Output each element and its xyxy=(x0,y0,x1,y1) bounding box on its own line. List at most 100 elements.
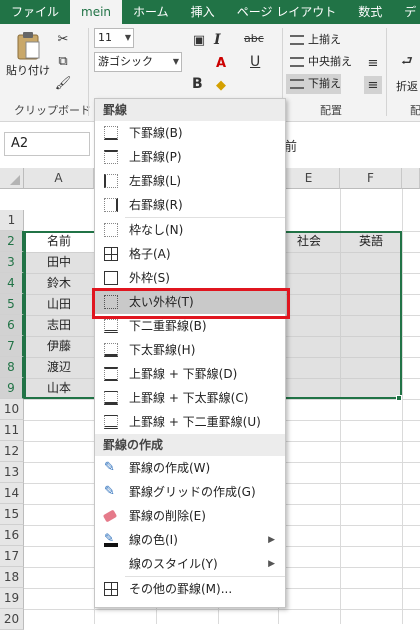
menu-item-more-borders[interactable]: その他の罫線(M)... xyxy=(95,577,285,601)
fill-handle[interactable] xyxy=(396,395,402,401)
border-top-bottom-icon xyxy=(104,367,118,381)
align-bottom-icon xyxy=(290,79,304,89)
underline-button[interactable]: U xyxy=(250,54,260,70)
row-header[interactable]: 15 xyxy=(0,504,24,525)
menu-item-right-border[interactable]: 右罫線(R) xyxy=(95,193,285,217)
row-header[interactable]: 8 xyxy=(0,357,24,378)
bold-button[interactable]: B xyxy=(192,76,203,92)
menu-item-label: その他の罫線(M)... xyxy=(129,582,233,596)
column-header-f[interactable]: F xyxy=(340,168,402,189)
menu-item-top-double-bottom-border[interactable]: 上罫線 + 下二重罫線(U) xyxy=(95,410,285,434)
cell-f2[interactable]: 英語 xyxy=(340,231,402,252)
row-header[interactable]: 17 xyxy=(0,546,24,567)
font-size-select[interactable]: 11 ▼ xyxy=(94,28,134,48)
menu-item-top-bottom-border[interactable]: 上罫線 + 下罫線(D) xyxy=(95,362,285,386)
cell-a3[interactable]: 田中 xyxy=(24,252,94,273)
menu-item-top-thick-bottom-border[interactable]: 上罫線 + 下太罫線(C) xyxy=(95,386,285,410)
cell-a6[interactable]: 志田 xyxy=(24,315,94,336)
align-center-icon[interactable]: ≡ xyxy=(364,54,382,72)
menu-item-bottom-border[interactable]: 下罫線(B) xyxy=(95,121,285,145)
cell-e2[interactable]: 社会 xyxy=(278,231,340,252)
select-all-button[interactable] xyxy=(0,168,24,189)
column-header-g[interactable] xyxy=(402,168,420,189)
align-bottom-button[interactable]: 下揃え xyxy=(286,74,341,94)
cell-a8[interactable]: 渡辺 xyxy=(24,357,94,378)
row-header[interactable]: 19 xyxy=(0,588,24,609)
tab-home[interactable]: ホーム xyxy=(122,0,180,24)
align-top-icon xyxy=(290,35,304,45)
name-box[interactable]: A2 xyxy=(4,132,90,156)
row-header[interactable]: 10 xyxy=(0,399,24,420)
cell-a2[interactable]: 名前 xyxy=(24,231,94,252)
italic-button[interactable]: I xyxy=(214,32,221,48)
menu-item-erase-border[interactable]: 罫線の削除(E) xyxy=(95,504,285,528)
column-header-a[interactable]: A xyxy=(24,168,94,189)
clipboard-group-label: クリップボード xyxy=(14,104,91,117)
column-header-e[interactable]: E xyxy=(278,168,340,189)
menu-item-label: 格子(A) xyxy=(129,247,171,261)
row-header[interactable]: 2 xyxy=(0,231,24,252)
format-painter-icon[interactable]: 🖌 xyxy=(54,74,72,92)
row-header[interactable]: 20 xyxy=(0,609,24,630)
tab-insert[interactable]: 挿入 xyxy=(180,0,226,24)
row-header[interactable]: 11 xyxy=(0,420,24,441)
menu-item-all-borders[interactable]: 格子(A) xyxy=(95,242,285,266)
align-middle-button[interactable]: 中央揃え xyxy=(286,52,352,72)
tab-page-layout[interactable]: ページ レイアウト xyxy=(226,0,348,24)
cut-icon[interactable]: ✂ xyxy=(54,30,72,48)
row-header[interactable]: 9 xyxy=(0,378,24,399)
border-none-icon xyxy=(104,223,118,237)
row-header[interactable]: 1 xyxy=(0,210,24,231)
cell-a4[interactable]: 鈴木 xyxy=(24,273,94,294)
group-divider xyxy=(88,28,89,116)
border-outside-icon xyxy=(104,271,118,285)
menu-item-no-border[interactable]: 枠なし(N) xyxy=(95,218,285,242)
menu-item-line-color[interactable]: ✎ 線の色(I) ▶ xyxy=(95,528,285,552)
border-left-icon xyxy=(104,174,118,188)
menu-section-draw-borders: 罫線の作成 xyxy=(95,434,285,456)
row-header[interactable]: 5 xyxy=(0,294,24,315)
row-header[interactable]: 18 xyxy=(0,567,24,588)
tab-data[interactable]: デ xyxy=(393,0,420,24)
wrap-text-label: 折返 xyxy=(396,80,418,93)
paste-button[interactable]: 貼り付け xyxy=(6,30,50,78)
align-left-icon[interactable]: ≡ xyxy=(364,76,382,94)
fill-color-icon[interactable]: ◆ xyxy=(212,76,230,94)
menu-item-outside-borders[interactable]: 外枠(S) xyxy=(95,266,285,290)
tab-file[interactable]: ファイル xyxy=(0,0,70,24)
row-header[interactable]: 16 xyxy=(0,525,24,546)
menu-item-top-border[interactable]: 上罫線(P) xyxy=(95,145,285,169)
menu-item-line-style[interactable]: 線のスタイル(Y) ▶ xyxy=(95,552,285,576)
row-header[interactable]: 14 xyxy=(0,483,24,504)
border-bottom-icon xyxy=(104,126,118,140)
tab-formulas[interactable]: 数式 xyxy=(347,0,393,24)
row-header[interactable]: 4 xyxy=(0,273,24,294)
wrap-text-icon[interactable]: ⮐ xyxy=(398,54,416,72)
copy-icon[interactable]: ⧉ xyxy=(54,52,72,70)
menu-item-thick-bottom-border[interactable]: 下太罫線(H) xyxy=(95,338,285,362)
chevron-right-icon: ▶ xyxy=(268,559,275,569)
grid-line xyxy=(402,189,403,624)
row-header[interactable]: 12 xyxy=(0,441,24,462)
menu-item-draw-border-grid[interactable]: ✎ 罫線グリッドの作成(G) xyxy=(95,480,285,504)
tab-mein[interactable]: mein xyxy=(70,0,123,24)
cell-a9[interactable]: 山本 xyxy=(24,378,94,399)
alignment-group-label: 配置 xyxy=(320,104,342,117)
row-header[interactable]: 13 xyxy=(0,462,24,483)
row-header[interactable]: 6 xyxy=(0,315,24,336)
row-header[interactable]: 7 xyxy=(0,336,24,357)
align-top-button[interactable]: 上揃え xyxy=(286,30,341,50)
row-header[interactable]: 3 xyxy=(0,252,24,273)
font-name-select[interactable]: 游ゴシック ▼ xyxy=(94,52,182,72)
cell-a7[interactable]: 伊藤 xyxy=(24,336,94,357)
menu-item-label: 罫線の作成(W) xyxy=(129,461,211,475)
menu-item-label: 枠なし(N) xyxy=(129,223,184,237)
menu-item-draw-border[interactable]: ✎ 罫線の作成(W) xyxy=(95,456,285,480)
strikethrough-button[interactable]: abc xyxy=(244,32,264,45)
font-color-icon[interactable]: A xyxy=(212,54,230,72)
menu-item-label: 線のスタイル(Y) xyxy=(129,557,218,571)
align-bottom-label: 下揃え xyxy=(308,77,341,90)
menu-item-left-border[interactable]: 左罫線(L) xyxy=(95,169,285,193)
cell-a5[interactable]: 山田 xyxy=(24,294,94,315)
bold-toggle-icon[interactable]: ▣ xyxy=(190,31,208,49)
